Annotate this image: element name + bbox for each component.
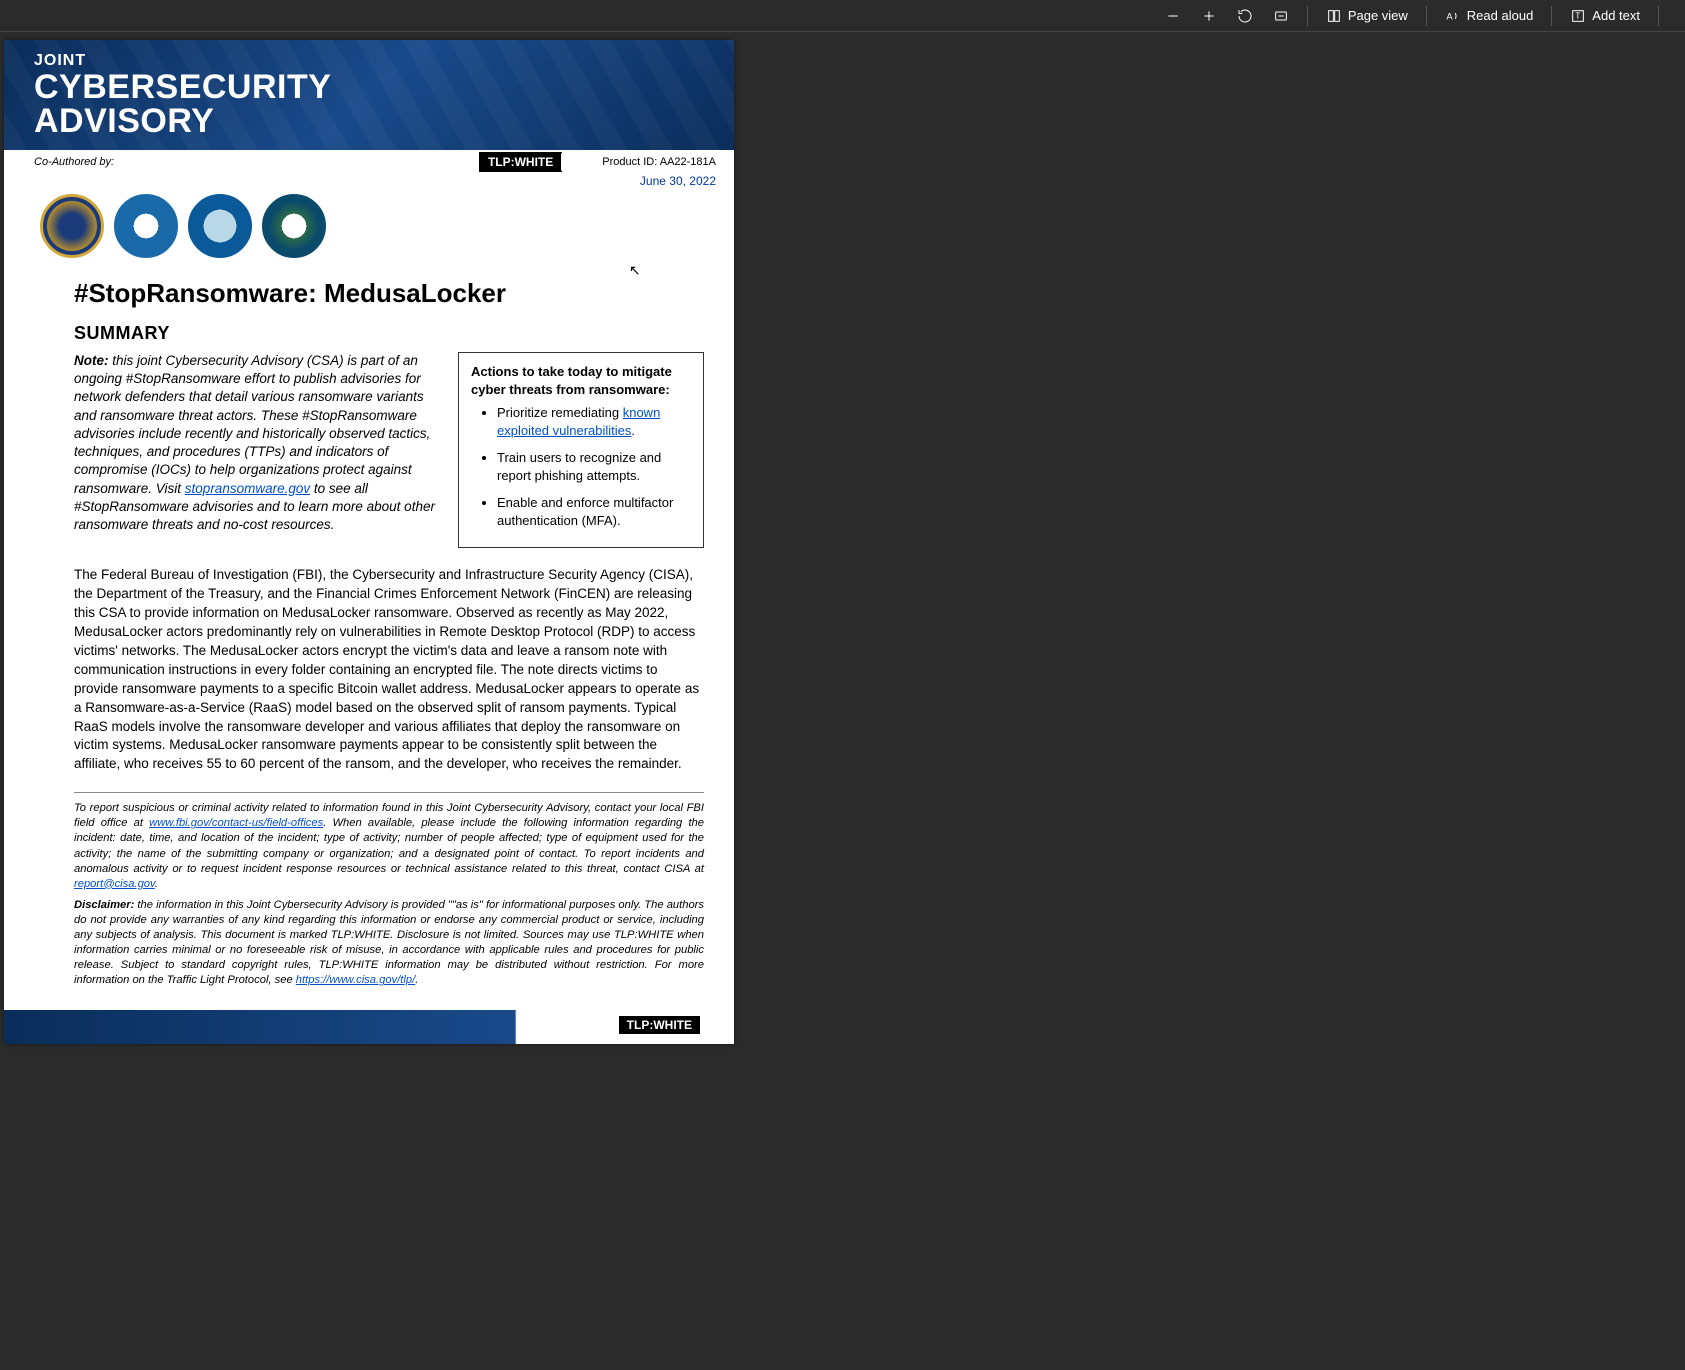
action-box-list: Prioritize remediating known exploited v… — [471, 404, 691, 529]
footer-bar: TLP:WHITE — [4, 1010, 734, 1044]
stopransomware-link[interactable]: stopransomware.gov — [185, 481, 310, 496]
meta-row: Co-Authored by: TLP:WHITE Product ID: AA… — [4, 150, 734, 172]
body-paragraph: The Federal Bureau of Investigation (FBI… — [74, 566, 704, 774]
document-date: June 30, 2022 — [4, 174, 734, 188]
pdf-toolbar: Page view A Read aloud T Add text — [0, 0, 1685, 32]
disclaimer-label: Disclaimer: — [74, 899, 134, 911]
rotate-icon — [1237, 8, 1253, 24]
svg-text:A: A — [1446, 11, 1453, 21]
action-item: Prioritize remediating known exploited v… — [497, 404, 691, 439]
action-item: Enable and enforce multifactor authentic… — [497, 494, 691, 529]
fit-icon — [1273, 8, 1289, 24]
note-label: Note: — [74, 353, 109, 368]
add-text-label: Add text — [1592, 8, 1640, 23]
page-view-label: Page view — [1348, 8, 1408, 23]
add-text-button[interactable]: T Add text — [1562, 4, 1648, 28]
note-text-1: this joint Cybersecurity Advisory (CSA) … — [74, 353, 430, 496]
document-content: #StopRansomware: MedusaLocker SUMMARY Ac… — [4, 264, 734, 1010]
banner-title-line1: CYBERSECURITY — [34, 70, 704, 104]
read-aloud-icon: A — [1445, 8, 1461, 24]
toolbar-separator — [1658, 6, 1659, 26]
document-banner: JOINT CYBERSECURITY ADVISORY — [4, 40, 734, 150]
report-paragraph: To report suspicious or criminal activit… — [74, 801, 704, 892]
plus-icon — [1201, 8, 1217, 24]
fbi-seal-icon — [40, 194, 104, 258]
treasury-seal-icon — [188, 194, 252, 258]
disclaimer-paragraph: Disclaimer: the information in this Join… — [74, 898, 704, 989]
report-text-3: . — [155, 878, 158, 890]
pdf-page: JOINT CYBERSECURITY ADVISORY Co-Authored… — [4, 40, 734, 1044]
action-box-title: Actions to take today to mitigate cyber … — [471, 363, 691, 398]
tlp-tag-bottom: TLP:WHITE — [619, 1016, 700, 1034]
zoom-out-button[interactable] — [1157, 4, 1189, 28]
cisa-tlp-link[interactable]: https://www.cisa.gov/tlp/ — [296, 974, 415, 986]
page-view-icon — [1326, 8, 1342, 24]
tlp-tag-top: TLP:WHITE — [479, 152, 562, 172]
fincen-seal-icon — [262, 194, 326, 258]
separator — [74, 792, 704, 793]
rotate-button[interactable] — [1229, 4, 1261, 28]
cisa-seal-icon — [114, 194, 178, 258]
svg-text:T: T — [1576, 11, 1581, 20]
toolbar-separator — [1551, 6, 1552, 26]
action-item: Train users to recognize and report phis… — [497, 449, 691, 484]
minus-icon — [1165, 8, 1181, 24]
coauthored-label: Co-Authored by: — [34, 156, 114, 168]
document-title: #StopRansomware: MedusaLocker — [74, 278, 704, 309]
action-item-text: . — [631, 423, 635, 438]
zoom-in-button[interactable] — [1193, 4, 1225, 28]
action-box: Actions to take today to mitigate cyber … — [458, 352, 704, 548]
disclaimer-post: . — [415, 974, 418, 986]
toolbar-separator — [1307, 6, 1308, 26]
pdf-viewport[interactable]: JOINT CYBERSECURITY ADVISORY Co-Authored… — [0, 32, 1685, 1044]
page-view-button[interactable]: Page view — [1318, 4, 1416, 28]
fbi-field-offices-link[interactable]: www.fbi.gov/contact-us/field-offices — [149, 817, 323, 829]
product-id: Product ID: AA22-181A — [602, 156, 716, 168]
add-text-icon: T — [1570, 8, 1586, 24]
read-aloud-button[interactable]: A Read aloud — [1437, 4, 1542, 28]
fit-button[interactable] — [1265, 4, 1297, 28]
cisa-report-email-link[interactable]: report@cisa.gov — [74, 878, 155, 890]
agency-seals — [4, 188, 734, 264]
read-aloud-label: Read aloud — [1467, 8, 1534, 23]
banner-title-line2: ADVISORY — [34, 104, 704, 138]
action-item-text: Prioritize remediating — [497, 405, 623, 420]
summary-heading: SUMMARY — [74, 323, 704, 344]
toolbar-separator — [1426, 6, 1427, 26]
